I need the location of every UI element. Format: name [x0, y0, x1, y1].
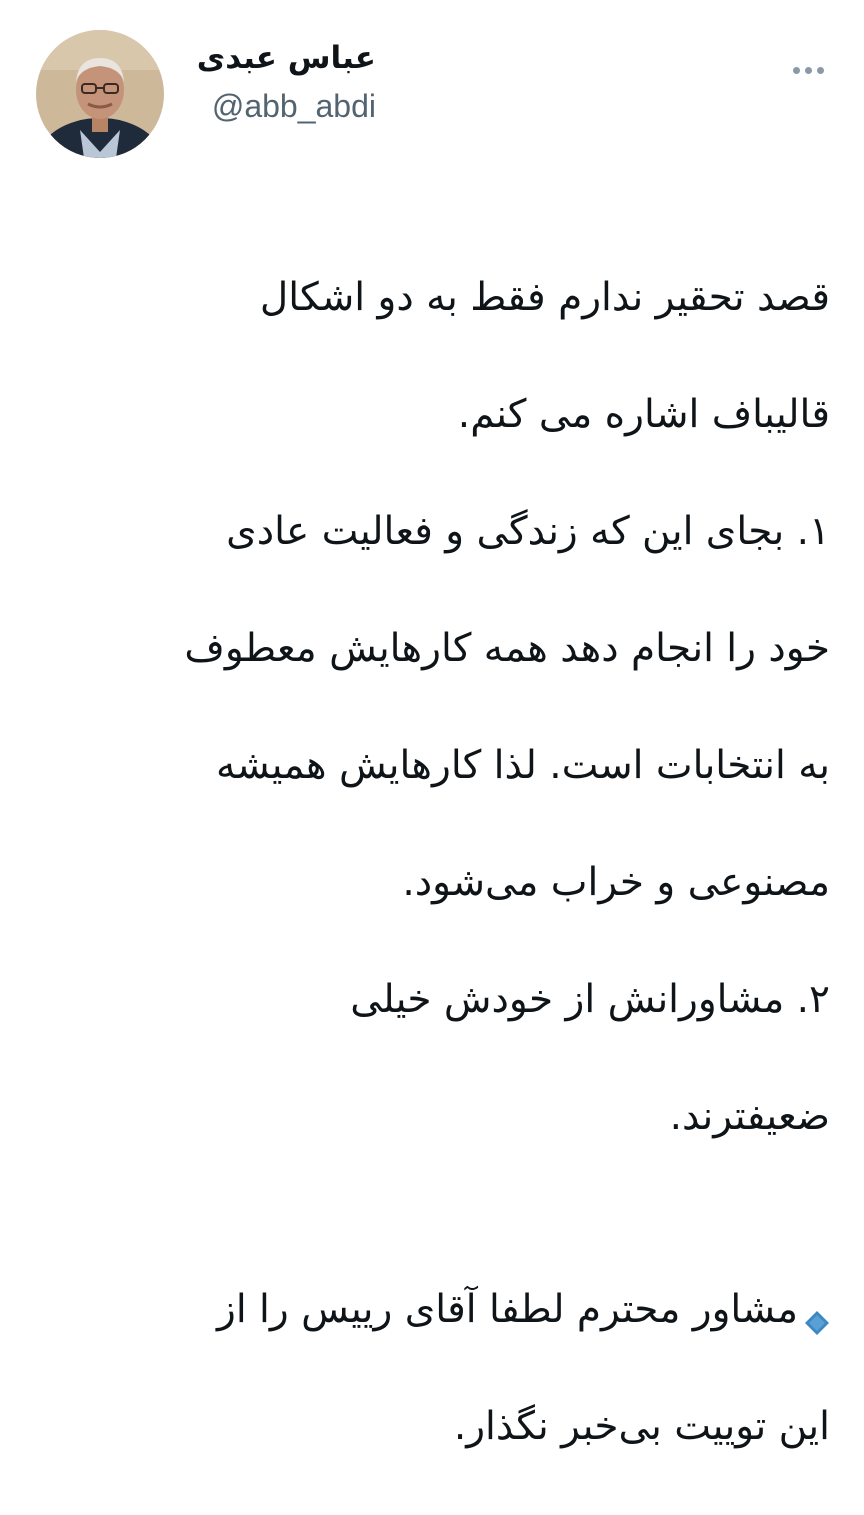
reply-text: مشاور محترم لطفا آقای رییس را از — [216, 1287, 798, 1332]
tweet-line: ضعیفترند. — [669, 1093, 830, 1139]
tweet-line: قالیباف اشاره می کنم. — [457, 391, 830, 437]
author-display-name[interactable]: عباس عبدی — [197, 38, 376, 78]
avatar[interactable] — [36, 30, 164, 158]
author-info: عباس عبدی @abb_abdi — [197, 38, 376, 126]
more-options-button[interactable] — [784, 56, 832, 84]
more-horizontal-icon — [792, 66, 824, 74]
tweet-body: قصد تحقیر ندارم فقط به دو اشکال قالیباف … — [30, 210, 830, 1515]
profile-photo-icon — [36, 30, 164, 158]
tweet-line: مصنوعی و خراب می‌شود. — [402, 859, 830, 905]
tweet-reply-line: مشاور محترم لطفا آقای رییس را از — [30, 1281, 830, 1340]
blue-diamond-icon — [804, 1295, 830, 1335]
tweet-line: به انتخابات است. لذا کارهایش همیشه — [215, 742, 830, 788]
tweet-line: ۱. بجای این که زندگی و فعالیت عادی — [226, 508, 830, 554]
tweet-line: قصد تحقیر ندارم فقط به دو اشکال — [259, 274, 830, 320]
tweet-line: خود را انجام دهد همه کارهایش معطوف — [184, 625, 830, 671]
author-handle[interactable]: @abb_abdi — [197, 86, 376, 126]
tweet-reply-line: این توییت بی‌خبر نگذار. — [453, 1404, 830, 1449]
tweet-header: عباس عبدی @abb_abdi — [0, 0, 864, 170]
